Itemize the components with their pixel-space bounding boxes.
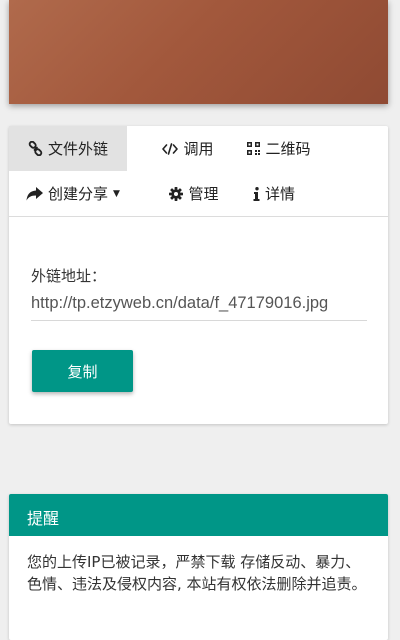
code-icon xyxy=(162,142,179,155)
notice-body: 您的上传IP已被记录，严禁下载 存储反动、暴力、色情、违法及侵权内容, 本站有权… xyxy=(27,553,367,593)
link-icon xyxy=(28,141,43,156)
tabs-divider xyxy=(9,216,388,217)
info-icon xyxy=(253,186,260,201)
tab-manage-label: 管理 xyxy=(188,185,219,203)
notice-panel: 提醒 您的上传IP已被记录，严禁下载 存储反动、暴力、色情、违法及侵权内容, 本… xyxy=(9,494,388,640)
gear-icon xyxy=(169,186,184,201)
copy-button[interactable]: 复制 xyxy=(32,350,133,392)
create-share-label: 创建分享 xyxy=(48,185,109,203)
link-address-input[interactable] xyxy=(31,286,367,321)
tab-manage[interactable]: 管理 xyxy=(154,171,234,216)
create-share-dropdown[interactable]: 创建分享 ▼ xyxy=(17,171,129,216)
tab-file-link-label: 文件外链 xyxy=(47,140,108,158)
qrcode-icon xyxy=(247,142,261,155)
tab-details-label: 详情 xyxy=(264,185,295,203)
tab-details[interactable]: 详情 xyxy=(234,171,314,216)
tab-file-link[interactable]: 文件外链 xyxy=(9,126,127,171)
tab-row-primary: 文件外链 调用 二维码 xyxy=(9,126,388,171)
notice-title: 提醒 xyxy=(27,509,60,528)
share-panel: 文件外链 调用 二维码 创建分享 ▼ 管理 详情 外链地址： http://tp… xyxy=(9,126,388,424)
tab-qrcode-label: 二维码 xyxy=(265,140,311,158)
link-address-label: 外链地址： xyxy=(31,267,107,285)
tab-embed-label: 调用 xyxy=(183,140,214,158)
tab-qrcode[interactable]: 二维码 xyxy=(219,126,339,171)
uploaded-image-preview xyxy=(9,0,388,104)
chevron-down-icon: ▼ xyxy=(113,188,120,199)
notice-header: 提醒 xyxy=(9,494,388,536)
tab-row-secondary: 创建分享 ▼ 管理 详情 xyxy=(9,171,388,216)
share-icon xyxy=(26,186,44,201)
